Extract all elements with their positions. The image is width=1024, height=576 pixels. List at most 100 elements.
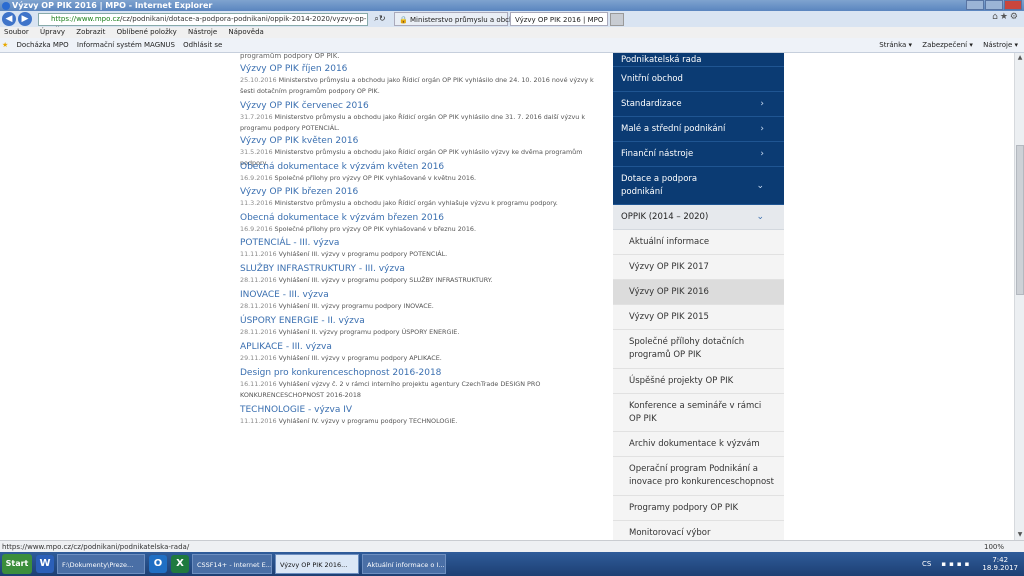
- clock[interactable]: 7:42 18.9.2017: [982, 556, 1018, 572]
- sidebar-subitem[interactable]: Společné přílohy dotačních programů OP P…: [613, 330, 784, 369]
- task-powerpoint[interactable]: Aktuální informace o I...: [362, 554, 446, 574]
- sidebar-item-partial[interactable]: Podnikatelská rada: [613, 53, 784, 67]
- scroll-thumb[interactable]: [1016, 145, 1024, 295]
- news-item-description: 16.9.2016 Společné přílohy pro výzvy OP P…: [240, 224, 600, 235]
- menu-item-view[interactable]: Zobrazit: [76, 28, 105, 36]
- system-tray: CS ▪▪▪▪ 7:42 18.9.2017: [922, 552, 1024, 576]
- news-item-description: 29.11.2016 Vyhlášení III. výzvy v program…: [240, 353, 600, 364]
- news-item: Obecná dokumentace k výzvám květen 2016 1…: [240, 161, 600, 186]
- language-indicator[interactable]: CS: [922, 560, 931, 568]
- sidebar-subitem[interactable]: Konference a semináře v rámci OP PIK: [613, 394, 784, 432]
- fav-logout[interactable]: Odhlásit se: [183, 41, 222, 49]
- tray-icons[interactable]: ▪▪▪▪: [941, 560, 972, 568]
- outlook-icon[interactable]: O: [149, 555, 167, 573]
- sidebar-item[interactable]: Standardizace ›: [613, 92, 784, 117]
- task-explorer[interactable]: F:\Dokumenty\Preze...: [57, 554, 145, 574]
- news-item-description: 28.11.2016 Vyhlášení III. výzvy programu …: [240, 301, 600, 312]
- news-item-date: 25.10.2016: [240, 76, 277, 84]
- menu-item-tools[interactable]: Nástroje: [188, 28, 217, 36]
- sidebar-item[interactable]: Finanční nástroje ›: [613, 142, 784, 167]
- sidebar-nav: Podnikatelská rada Vnitřní obchod Standar…: [613, 53, 784, 540]
- site-security-badge[interactable]: 🔒 Ministerstvo průmyslu a obchodu [CZ]: [394, 12, 544, 26]
- news-item-description: 31.7.2016 Ministerstvo průmyslu a obchodu…: [240, 112, 600, 134]
- fav-dochazka[interactable]: Docházka MPO: [17, 41, 69, 49]
- status-url: https://www.mpo.cz/cz/podnikani/podnikat…: [2, 543, 190, 551]
- vertical-scrollbar[interactable]: ▲ ▼: [1014, 53, 1024, 540]
- task-ie-active[interactable]: Výzvy OP PIK 2016...: [275, 554, 359, 574]
- news-item-text: Vyhlášení III. výzvy v programu podpory …: [278, 250, 448, 258]
- news-item-title-link[interactable]: TECHNOLOGIE - výzva IV: [240, 404, 600, 416]
- close-button[interactable]: [1004, 0, 1022, 10]
- tab-active[interactable]: Výzvy OP PIK 2016 | MPO: [510, 12, 609, 26]
- sidebar-item-label: Malé a střední podnikání: [621, 123, 726, 134]
- news-item-text: Vyhlášení IV. výzvy v programu podpory T…: [278, 417, 458, 425]
- news-item-title-link[interactable]: APLIKACE - III. výzva: [240, 341, 600, 353]
- news-item-description: 25.10.2016 Ministerstvo průmyslu a obchod…: [240, 75, 600, 97]
- menu-item-help[interactable]: Nápověda: [228, 28, 263, 36]
- word-icon[interactable]: W: [36, 555, 54, 573]
- task-ie-cssf[interactable]: CSSF14+ - Internet E...: [192, 554, 272, 574]
- news-item-title-link[interactable]: Výzvy OP PIK červenec 2016: [240, 100, 600, 112]
- sidebar-item[interactable]: Dotace a podpora podnikání ⌄: [613, 167, 784, 205]
- command-page[interactable]: Stránka ▾: [879, 41, 912, 49]
- news-item-title-link[interactable]: Design pro konkurenceschopnost 2016-2018: [240, 367, 600, 379]
- news-item-title-link[interactable]: Obecná dokumentace k výzvám květen 2016: [240, 161, 600, 173]
- excel-icon[interactable]: X: [171, 555, 189, 573]
- news-item-title-link[interactable]: Obecná dokumentace k výzvám březen 2016: [240, 212, 600, 224]
- news-item-date: 31.5.2016: [240, 148, 273, 156]
- sidebar-subitem[interactable]: Výzvy OP PIK 2017: [613, 255, 784, 280]
- command-tools[interactable]: Nástroje ▾: [983, 41, 1018, 49]
- maximize-button[interactable]: [985, 0, 1003, 10]
- news-item-title-link[interactable]: INOVACE - III. výzva: [240, 289, 600, 301]
- news-item-date: 16.11.2016: [240, 380, 277, 388]
- favorites-bar: ★ Docházka MPO Informační systém MAGNUS …: [0, 38, 1024, 53]
- scroll-down-icon[interactable]: ▼: [1016, 531, 1024, 539]
- minimize-button[interactable]: [966, 0, 984, 10]
- sidebar-item[interactable]: Vnitřní obchod: [613, 67, 784, 92]
- address-bar[interactable]: https://www.mpo.cz/cz/podnikani/dotace-a…: [38, 12, 368, 34]
- menu-item-favorites[interactable]: Oblíbené položky: [117, 28, 177, 36]
- sidebar-subitem[interactable]: Programy podpory OP PIK: [613, 496, 784, 521]
- menu-item-file[interactable]: Soubor: [4, 28, 29, 36]
- favorites-star-icon[interactable]: ★: [2, 41, 8, 49]
- url-host: https://www.mpo.cz: [51, 14, 121, 23]
- back-button-icon[interactable]: ◀: [2, 12, 16, 26]
- home-favorites-tools-icons[interactable]: ⌂★⚙: [992, 12, 1020, 22]
- news-item: TECHNOLOGIE - výzva IV 11.11.2016 Vyhlášen…: [240, 404, 600, 428]
- sidebar-item-label: Vnitřní obchod: [621, 73, 683, 84]
- sidebar-item[interactable]: Malé a střední podnikání ›: [613, 117, 784, 142]
- sidebar-subitem[interactable]: Výzvy OP PIK 2016: [613, 280, 784, 305]
- sidebar-subitem[interactable]: Archiv dokumentace k výzvám: [613, 432, 784, 457]
- sidebar-subitem[interactable]: Operační program Podnikání a inovace pro…: [613, 457, 784, 496]
- start-button[interactable]: Start: [2, 554, 32, 574]
- sidebar-subitem[interactable]: Monitorovací výbor: [613, 521, 784, 540]
- news-item-date: 16.9.2016: [240, 225, 273, 233]
- news-item-text: Ministerstvo průmyslu a obchodu jako Říd…: [240, 113, 586, 132]
- news-item-title-link[interactable]: POTENCIÁL - III. výzva: [240, 237, 600, 249]
- news-item-date: 29.11.2016: [240, 354, 277, 362]
- news-item-title-link[interactable]: ÚSPORY ENERGIE - II. výzva: [240, 315, 600, 327]
- command-bar: Stránka ▾ Zabezpečení ▾ Nástroje ▾: [871, 38, 1018, 53]
- sidebar-subitem[interactable]: Úspěšné projekty OP PIK: [613, 369, 784, 394]
- sidebar-section-oppik[interactable]: OPPIK (2014 – 2020) ⌄: [613, 205, 784, 230]
- news-item-title-link[interactable]: Výzvy OP PIK březen 2016: [240, 186, 600, 198]
- new-tab-button[interactable]: [610, 12, 625, 26]
- news-item-text: Vyhlášení III. výzvy programu podpory IN…: [278, 302, 434, 310]
- news-item-date: 31.7.2016: [240, 113, 273, 121]
- previous-item-tail: programům podpory OP PIK.: [240, 53, 340, 60]
- fav-magnus[interactable]: Informační systém MAGNUS: [77, 41, 175, 49]
- command-security[interactable]: Zabezpečení ▾: [922, 41, 973, 49]
- sidebar-subitem[interactable]: Aktuální informace: [613, 230, 784, 255]
- sidebar-subitem-label: Monitorovací výbor: [629, 527, 711, 538]
- forward-button-icon[interactable]: ▶: [18, 12, 32, 26]
- news-item-date: 16.9.2016: [240, 174, 273, 182]
- news-item-title-link[interactable]: SLUŽBY INFRASTRUKTURY - III. výzva: [240, 263, 600, 275]
- scroll-up-icon[interactable]: ▲: [1016, 54, 1024, 62]
- menu-item-edit[interactable]: Úpravy: [40, 28, 65, 36]
- news-item-text: Ministerstvo průmyslu a obchodu jako Říd…: [274, 199, 558, 207]
- sidebar-subitem[interactable]: Výzvy OP PIK 2015: [613, 305, 784, 330]
- news-item-title-link[interactable]: Výzvy OP PIK květen 2016: [240, 135, 600, 147]
- news-item-title-link[interactable]: Výzvy OP PIK říjen 2016: [240, 63, 600, 75]
- news-item-description: 28.11.2016 Vyhlášení II. výzvy programu p…: [240, 327, 600, 338]
- search-refresh-icons[interactable]: ⌕↻: [368, 14, 392, 24]
